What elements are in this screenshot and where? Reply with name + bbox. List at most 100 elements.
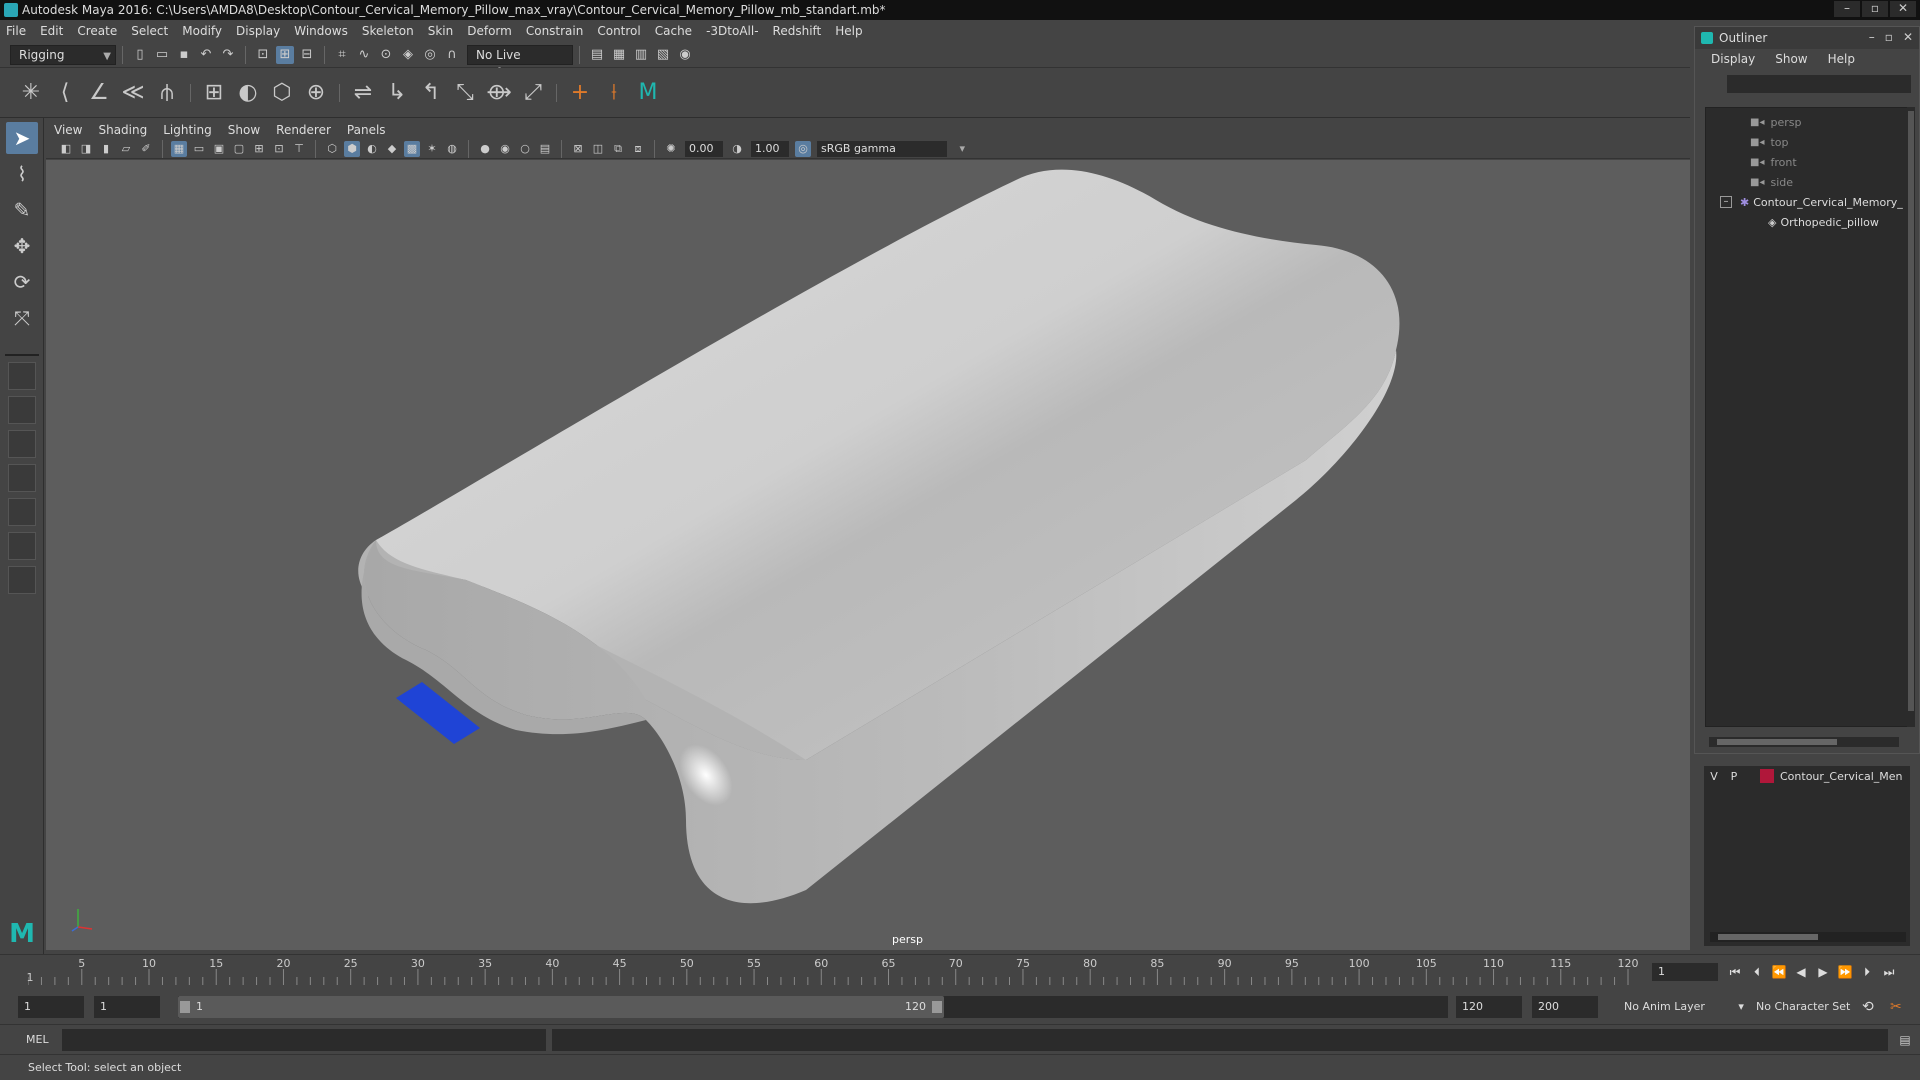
ambient-occlusion-icon[interactable]: ● [477, 141, 493, 157]
scroll-thumb[interactable] [1717, 739, 1837, 745]
lattice-icon[interactable]: ⬡ [267, 78, 297, 108]
snap-surface-icon[interactable]: ◎ [421, 46, 439, 64]
use-default-material-icon[interactable]: ◆ [384, 141, 400, 157]
gate-mask-icon[interactable]: ▢ [231, 141, 247, 157]
layer-horizontal-scrollbar[interactable] [1710, 932, 1906, 942]
panel-menu-lighting[interactable]: Lighting [163, 123, 212, 137]
textured-icon[interactable]: ▩ [404, 140, 420, 157]
step-back-frame-icon[interactable]: ⏪ [1770, 963, 1788, 981]
film-gate-icon[interactable]: ▭ [191, 141, 207, 157]
panel-menu-show[interactable]: Show [228, 123, 260, 137]
menu-redshift[interactable]: Redshift [773, 24, 822, 38]
panel-menu-panels[interactable]: Panels [347, 123, 386, 137]
animation-start-field[interactable]: 1 [18, 996, 84, 1018]
ik-handle-icon[interactable]: ∠ [84, 78, 114, 108]
layer-row[interactable]: V P Contour_Cervical_Men [1704, 766, 1910, 786]
safe-action-icon[interactable]: ⊡ [271, 141, 287, 157]
command-input[interactable] [62, 1029, 546, 1051]
render-settings-icon[interactable]: ▤ [588, 46, 606, 64]
menu-windows[interactable]: Windows [294, 24, 348, 38]
menu-create[interactable]: Create [77, 24, 117, 38]
panel-menu-view[interactable]: View [54, 123, 82, 137]
minimize-button[interactable]: – [1834, 1, 1860, 17]
bind-skin-icon[interactable]: ⊞ [199, 78, 229, 108]
command-language-label[interactable]: MEL [26, 1033, 49, 1046]
grease-pencil-icon[interactable]: ✐ [138, 141, 154, 157]
set-driven-key-icon[interactable]: ⟊ [599, 78, 629, 108]
locator-icon[interactable]: + [565, 78, 595, 108]
safe-title-icon[interactable]: ⊤ [291, 141, 307, 157]
open-scene-icon[interactable]: ▭ [153, 46, 171, 64]
select-object-icon[interactable]: ⊞ [276, 45, 294, 64]
close-button[interactable]: ✕ [1890, 1, 1916, 17]
menu-edit[interactable]: Edit [40, 24, 63, 38]
xray-components-icon[interactable]: ⧈ [630, 141, 646, 157]
outliner-item-mesh[interactable]: ◈ Orthopedic_pillow [1706, 212, 1910, 232]
select-component-icon[interactable]: ⊟ [298, 46, 316, 64]
mirror-joint-icon[interactable]: ⫛ [152, 78, 182, 108]
menu-deform[interactable]: Deform [467, 24, 512, 38]
perspective-viewport[interactable]: persp [46, 160, 1690, 950]
maximize-icon[interactable]: ▫ [1885, 30, 1893, 44]
persp-uv-layout-icon[interactable] [8, 532, 36, 560]
persp-outliner-layout-icon[interactable] [8, 430, 36, 458]
depth-of-field-icon[interactable]: ▤ [537, 141, 553, 157]
layer-color-swatch[interactable] [1760, 769, 1774, 783]
scroll-thumb[interactable] [1908, 111, 1914, 711]
smooth-shade-icon[interactable]: ⬢ [344, 140, 360, 157]
ipr-render-icon[interactable]: ▥ [632, 46, 650, 64]
use-all-lights-icon[interactable]: ✶ [424, 141, 440, 157]
step-forward-key-icon[interactable]: ⏵ [1858, 963, 1876, 981]
custom-layout-icon[interactable] [8, 566, 36, 594]
ik-spline-icon[interactable]: ≪ [118, 78, 148, 108]
snap-curve-icon[interactable]: ∿ [355, 46, 373, 64]
play-backwards-icon[interactable]: ◀ [1792, 963, 1810, 981]
collapse-icon[interactable]: – [1720, 196, 1732, 208]
move-tool-icon[interactable]: ✥ [6, 230, 38, 262]
anti-aliasing-icon[interactable]: ○ [517, 141, 533, 157]
orient-constraint-icon[interactable]: ↰ [416, 78, 446, 108]
step-forward-frame-icon[interactable]: ⏩ [1836, 963, 1854, 981]
insert-joint-icon[interactable]: ⟨ [50, 78, 80, 108]
layer-visibility-toggle[interactable]: V [1704, 770, 1724, 783]
outliner-search-input[interactable] [1727, 75, 1911, 93]
grid-icon[interactable]: ▦ [171, 140, 187, 157]
menu-help[interactable]: Help [835, 24, 862, 38]
outliner-item-group[interactable]: – ✱ Contour_Cervical_Memory_ [1706, 192, 1910, 212]
character-set-dropdown[interactable]: No Character Set [1756, 996, 1850, 1018]
anim-layer-dropdown[interactable]: No Anim Layer ▾ [1624, 996, 1744, 1018]
menu-3dtoall[interactable]: -3DtoAll- [706, 24, 758, 38]
menu-modify[interactable]: Modify [182, 24, 222, 38]
wireframe-on-shaded-icon[interactable]: ◐ [364, 141, 380, 157]
exposure-icon[interactable]: ✺ [663, 141, 679, 157]
hypershade-persp-layout-icon[interactable] [8, 498, 36, 526]
menu-display[interactable]: Display [236, 24, 280, 38]
menu-skin[interactable]: Skin [428, 24, 454, 38]
hypershade-icon[interactable]: ◉ [676, 46, 694, 64]
cluster-icon[interactable]: ⊕ [301, 78, 331, 108]
wireframe-icon[interactable]: ⬡ [324, 141, 340, 157]
isolate-select-icon[interactable]: ⊠ [570, 141, 586, 157]
xray-icon[interactable]: ◫ [590, 141, 606, 157]
paint-select-tool-icon[interactable]: ✎ [6, 194, 38, 226]
go-to-start-icon[interactable]: ⏮ [1726, 963, 1744, 981]
menu-file[interactable]: File [6, 24, 26, 38]
field-chart-icon[interactable]: ⊞ [251, 141, 267, 157]
range-end-knob[interactable] [932, 1001, 942, 1013]
scroll-thumb[interactable] [1718, 934, 1818, 940]
resolution-gate-icon[interactable]: ▣ [211, 141, 227, 157]
menu-constrain[interactable]: Constrain [526, 24, 584, 38]
playback-range-bar[interactable]: 1 120 [178, 996, 1448, 1018]
color-management-icon[interactable]: ◎ [795, 140, 811, 157]
image-plane-icon[interactable]: ▱ [118, 141, 134, 157]
step-back-key-icon[interactable]: ⏴ [1748, 963, 1766, 981]
save-scene-icon[interactable]: ▪ [175, 46, 193, 64]
exposure-field[interactable]: 0.00 [685, 140, 723, 157]
rotate-tool-icon[interactable]: ⟳ [6, 266, 38, 298]
snap-grid-icon[interactable]: ⌗ [333, 46, 351, 64]
panel-menu-renderer[interactable]: Renderer [276, 123, 331, 137]
gamma-icon[interactable]: ◑ [729, 141, 745, 157]
script-editor-icon[interactable]: ▤ [1896, 1031, 1914, 1049]
outliner-item-front[interactable]: ■◂ front [1706, 152, 1910, 172]
four-view-layout-icon[interactable] [8, 396, 36, 424]
